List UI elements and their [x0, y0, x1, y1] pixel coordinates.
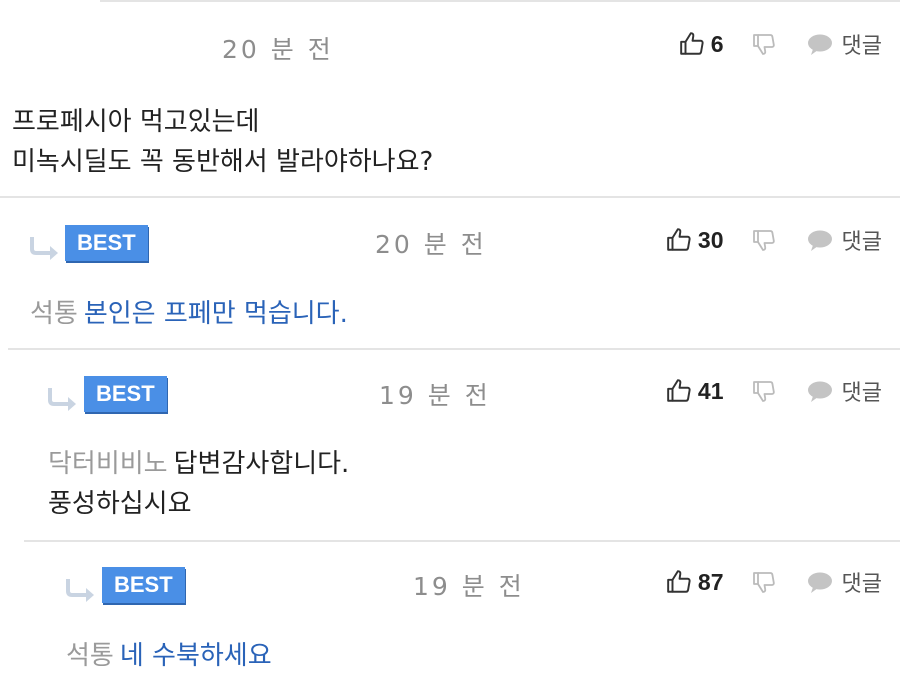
reply-arrow-icon: [48, 388, 76, 411]
comment-body: 석통 네 수북하세요: [66, 636, 272, 676]
dislike-button[interactable]: [752, 228, 776, 252]
comment-text: 네 수북하세요: [119, 641, 272, 671]
reply-button[interactable]: 댓글: [806, 28, 882, 60]
comment-time: 19 분 전: [413, 572, 525, 601]
thumbs-up-icon: [679, 32, 704, 55]
like-count: 87: [697, 568, 724, 595]
reply-label: 댓글: [841, 381, 882, 406]
like-count: 6: [710, 30, 724, 57]
like-button[interactable]: 30: [666, 227, 724, 254]
comment-time: 20 분 전: [375, 230, 487, 259]
like-button[interactable]: 87: [666, 569, 724, 596]
comment-actions: 87 댓글: [666, 566, 882, 598]
best-badge: BEST: [84, 376, 167, 412]
dislike-button[interactable]: [752, 32, 776, 56]
like-count: 41: [697, 377, 724, 404]
reply-button[interactable]: 댓글: [806, 224, 882, 256]
comment-body: 석통 본인은 프페만 먹습니다.: [30, 294, 348, 334]
thumbs-up-icon: [667, 228, 691, 251]
comment-divider: [0, 196, 900, 198]
thumbs-down-icon: [752, 381, 775, 402]
reply-arrow-icon: [30, 237, 58, 260]
comment-actions: 6 댓글: [679, 28, 882, 60]
comment-actions: 30 댓글: [666, 224, 882, 256]
thumbs-down-icon: [752, 572, 775, 593]
comment-text: 본인은 프페만 먹습니다.: [83, 299, 348, 329]
best-badge: BEST: [65, 225, 148, 261]
top-divider: [100, 0, 900, 2]
thumbs-up-icon: [667, 570, 691, 593]
comment-time: 19 분 전: [379, 381, 491, 410]
speech-bubble-icon: [807, 230, 832, 251]
dislike-button[interactable]: [752, 570, 776, 594]
thumbs-down-icon: [752, 230, 775, 251]
speech-bubble-icon: [807, 572, 832, 593]
like-button[interactable]: 6: [679, 31, 724, 58]
thumbs-down-icon: [752, 34, 775, 55]
comment-line: 프로페시아 먹고있는데: [12, 107, 260, 137]
comment-author[interactable]: 닥터비비노: [48, 449, 168, 479]
comment-line: 풍성하십시요: [48, 489, 192, 519]
comment-divider: [8, 348, 900, 350]
dislike-button[interactable]: [752, 379, 776, 403]
comment-line: 미녹시딜도 꼭 동반해서 발라야하나요?: [12, 147, 434, 177]
speech-bubble-icon: [807, 381, 832, 402]
reply-button[interactable]: 댓글: [806, 566, 882, 598]
comment-body: 닥터비비노 답변감사합니다. 풍성하십시요: [48, 444, 349, 524]
comment-author[interactable]: 석통: [30, 299, 78, 329]
best-badge: BEST: [102, 567, 185, 603]
comment-body: 프로페시아 먹고있는데 미녹시딜도 꼭 동반해서 발라야하나요?: [12, 102, 433, 182]
reply-button[interactable]: 댓글: [806, 375, 882, 407]
thumbs-up-icon: [667, 379, 691, 402]
comment-divider: [24, 540, 900, 542]
reply-label: 댓글: [841, 34, 882, 59]
reply-label: 댓글: [841, 230, 882, 255]
speech-bubble-icon: [807, 34, 832, 55]
reply-label: 댓글: [841, 572, 882, 597]
comment-text: 답변감사합니다.: [173, 449, 350, 479]
like-button[interactable]: 41: [666, 378, 724, 405]
comment-author[interactable]: 석통: [66, 641, 114, 671]
reply-arrow-icon: [66, 579, 94, 602]
comment-time: 20 분 전: [222, 35, 334, 64]
like-count: 30: [697, 226, 724, 253]
comment-actions: 41 댓글: [666, 375, 882, 407]
